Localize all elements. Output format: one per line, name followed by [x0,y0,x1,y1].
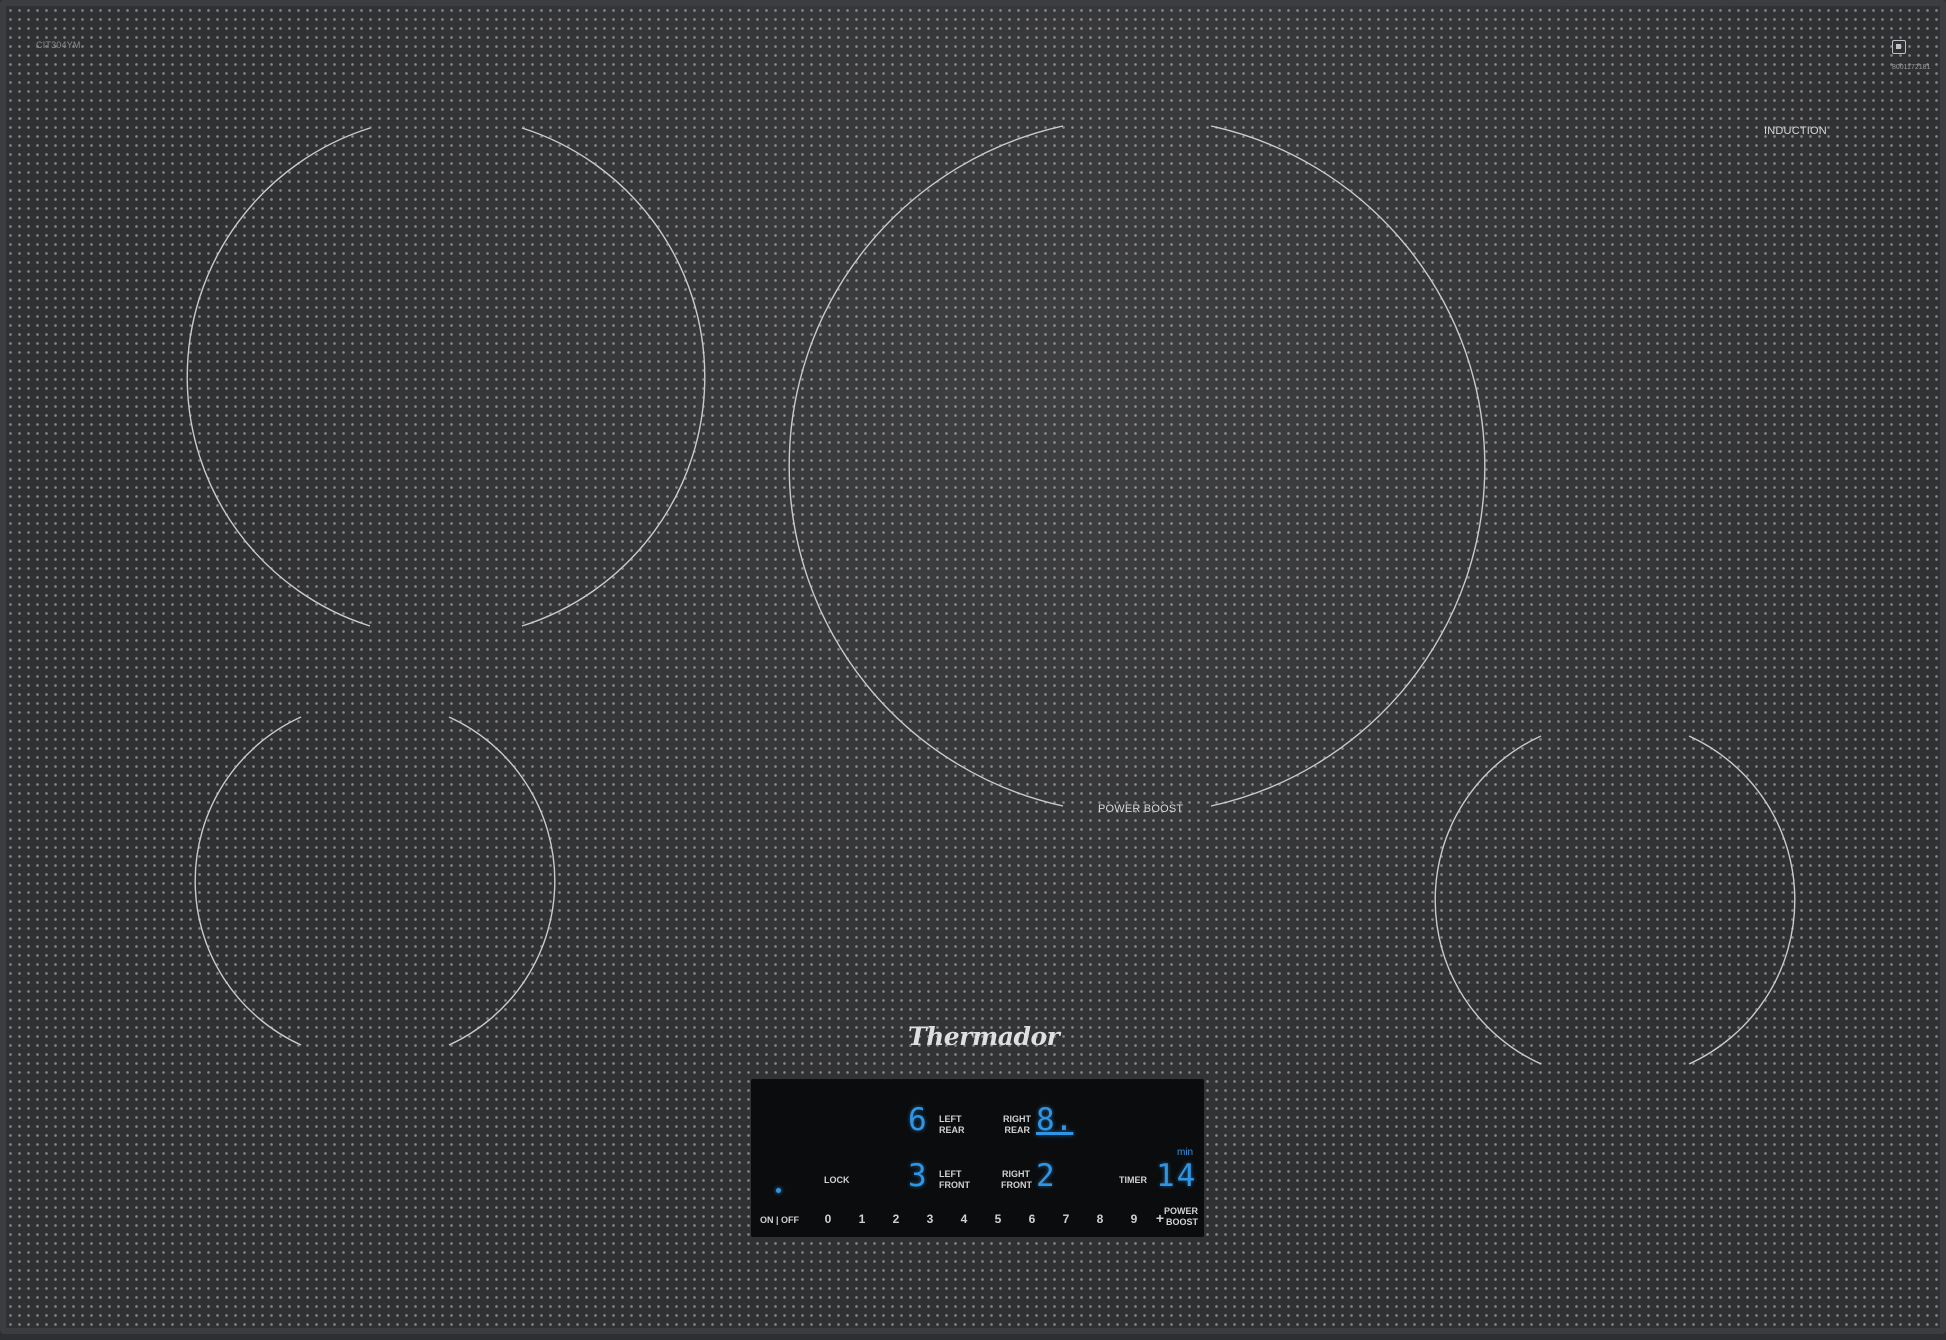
serial-number: 8001172181 [1892,64,1931,71]
slider-level-6[interactable]: 6 [1022,1212,1042,1226]
induction-cooktop: CIT304YM 8001172181 INDUCTION POWER BOOS… [0,0,1946,1334]
power-boost-button[interactable]: POWER BOOST [1163,1206,1198,1228]
certification-icon [1892,40,1906,54]
on-indicator-icon [776,1188,781,1193]
slider-level-3[interactable]: 3 [920,1212,940,1226]
timer-button[interactable]: TIMER [1119,1175,1147,1186]
control-panel: 6 LEFT REAR RIGHT REAR 8. LOCK 3 LEFT FRONT… [751,1079,1204,1237]
zone-left-front[interactable] [194,716,556,1046]
left-front-level[interactable]: 3 [908,1160,927,1192]
slider-level-5[interactable]: 5 [988,1212,1008,1226]
slider-level-7[interactable]: 7 [1056,1212,1076,1226]
right-front-level[interactable]: 2 [1036,1160,1055,1192]
induction-label: INDUCTION [1764,125,1827,137]
slider-level-4[interactable]: 4 [954,1212,974,1226]
slider-level-2[interactable]: 2 [886,1212,906,1226]
zone-left-rear[interactable] [186,127,706,627]
right-rear-label: RIGHT REAR [1003,1114,1031,1135]
slider-level-0[interactable]: 0 [818,1212,838,1226]
left-rear-label: LEFT REAR [939,1114,965,1135]
zone-power-boost-label: POWER BOOST [1098,803,1184,815]
timer-display: 14 [1156,1158,1198,1194]
on-off-button[interactable]: ON | OFF [760,1215,799,1226]
zone-right-front[interactable] [1434,735,1796,1065]
slider-level-1[interactable]: 1 [852,1212,872,1226]
lock-button[interactable]: LOCK [824,1175,850,1186]
zone-center-power-boost[interactable] [788,125,1486,807]
left-front-label: LEFT FRONT [939,1169,970,1190]
timer-unit: min [1177,1147,1194,1158]
right-front-label: RIGHT FRONT [1001,1169,1032,1190]
model-number: CIT304YM [36,40,81,50]
slider-level-8[interactable]: 8 [1090,1212,1110,1226]
brand-logo: Thermador [908,1022,1060,1051]
right-rear-level[interactable]: 8. [1036,1104,1073,1136]
left-rear-level[interactable]: 6 [908,1104,927,1136]
slider-level-9[interactable]: 9 [1124,1212,1144,1226]
